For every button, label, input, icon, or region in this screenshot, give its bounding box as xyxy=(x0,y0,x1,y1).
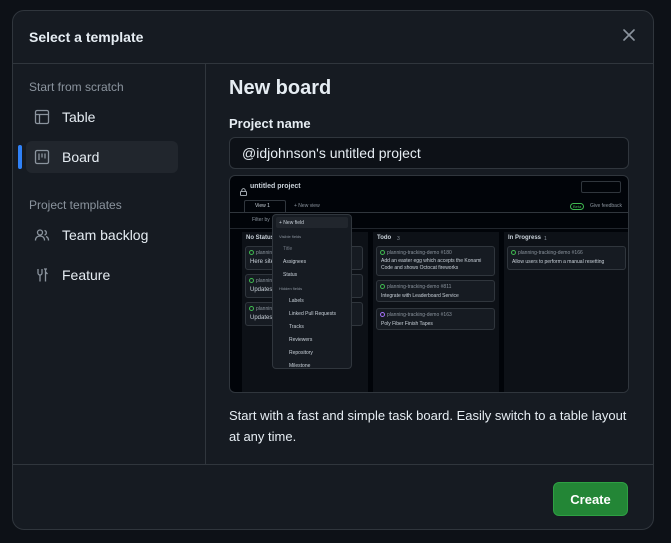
people-icon xyxy=(34,227,50,243)
preview-column-title: No Status xyxy=(246,235,275,241)
sidebar-item-table[interactable]: Table xyxy=(26,101,178,133)
sidebar-item-board[interactable]: Board xyxy=(26,141,178,173)
close-icon xyxy=(623,28,635,46)
sidebar-item-feature[interactable]: Feature xyxy=(26,259,178,291)
preview-fields-menu: + New field Visible fields Title Assigne… xyxy=(272,214,352,369)
preview-card: planning-tracking-demo #811 Integrate wi… xyxy=(376,280,495,302)
preview-view-tab: View 1 xyxy=(255,203,270,209)
active-indicator xyxy=(18,145,22,169)
preview-card: planning-tracking-demo #163 Poly Fiber F… xyxy=(376,308,495,330)
preview-card: planning-tracking-demo #180 Add an easte… xyxy=(376,246,495,276)
scratch-heading: Start from scratch xyxy=(29,80,124,94)
sidebar-item-label: Feature xyxy=(62,267,111,283)
sidebar-item-label: Team backlog xyxy=(62,227,149,243)
template-detail: New board Project name untitled project … xyxy=(207,64,653,464)
sidebar-item-label: Board xyxy=(62,149,100,165)
templates-heading: Project templates xyxy=(29,198,122,212)
dialog-header: Select a template xyxy=(13,11,653,64)
preview-column-count: 3 xyxy=(397,236,400,242)
project-name-label: Project name xyxy=(229,116,311,131)
preview-lock-icon xyxy=(240,183,247,201)
preview-toolbar xyxy=(581,181,621,193)
dialog-footer: Create xyxy=(13,464,653,529)
preview-card: planning-tracking-demo #166 Allow users … xyxy=(507,246,626,270)
table-icon xyxy=(34,109,50,125)
sidebar-item-team-backlog[interactable]: Team backlog xyxy=(26,219,178,251)
preview-filter: Filter by xyxy=(252,217,270,223)
sidebar-item-label: Table xyxy=(62,109,96,125)
preview-new-view: + New view xyxy=(294,203,320,209)
close-button[interactable] xyxy=(619,27,639,47)
template-sidebar: Start from scratch Table Board Project t… xyxy=(13,64,206,464)
preview-column-title: Todo xyxy=(377,235,392,241)
template-title: New board xyxy=(229,77,332,99)
template-dialog: Select a template Start from scratch Tab… xyxy=(12,10,654,530)
project-name-input[interactable] xyxy=(229,137,629,169)
preview-feedback: Give feedback xyxy=(590,203,622,209)
board-icon xyxy=(34,149,50,165)
preview-column-count: 1 xyxy=(544,236,547,242)
preview-project-title: untitled project xyxy=(250,183,301,190)
template-description: Start with a fast and simple task board.… xyxy=(229,408,627,444)
create-button[interactable]: Create xyxy=(553,482,628,516)
board-preview-image: untitled project View 1 + New view Beta … xyxy=(229,175,629,393)
tools-icon xyxy=(34,267,50,283)
preview-beta-badge: Beta xyxy=(570,203,585,210)
dialog-title: Select a template xyxy=(29,29,144,45)
preview-column-title: In Progress xyxy=(508,235,542,241)
